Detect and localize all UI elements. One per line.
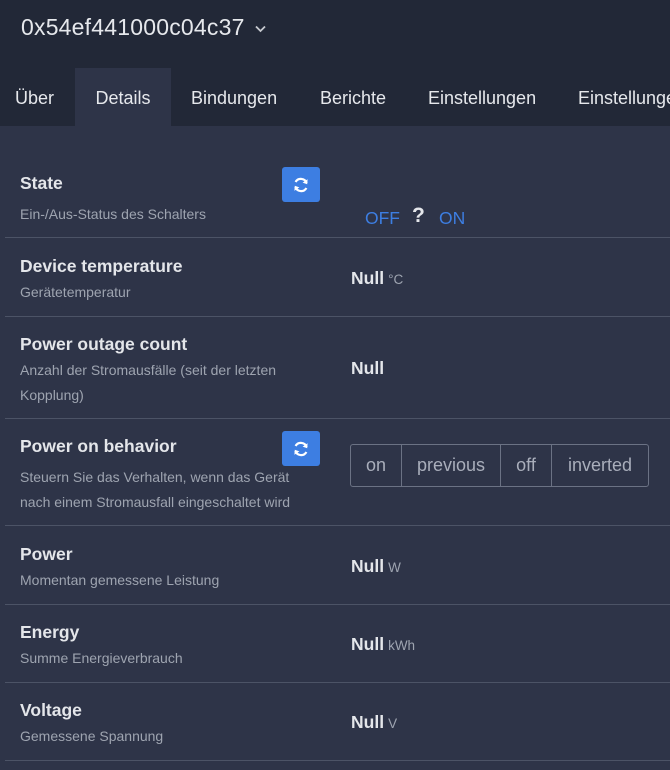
row-device-temperature: Device temperature Gerätetemperatur Null… — [5, 238, 670, 317]
row-state: State Ein-/Aus-Status des Schalters OFF … — [5, 148, 670, 238]
state-name: State — [20, 173, 63, 193]
device-temperature-value-text: Null — [351, 268, 385, 288]
energy-value-text: Null — [351, 634, 385, 654]
energy-description: Summe Energieverbrauch — [20, 650, 183, 666]
tab-bar: Über Details Bindungen Berichte Einstell… — [0, 68, 670, 126]
tab-einstellungen[interactable]: Einstellungen — [428, 68, 536, 126]
power-on-behavior-description-1: Steuern Sie das Verhalten, wenn das Gerä… — [20, 469, 290, 485]
row-power: Power Momentan gemessene Leistung Null W — [5, 526, 670, 605]
device-header: 0x54ef441000c04c37 Über Details Bindunge… — [0, 0, 670, 126]
power-outage-count-name: Power outage count — [20, 334, 188, 354]
state-unknown-indicator: ? — [412, 204, 425, 227]
device-temperature-unit: °C — [388, 272, 404, 287]
state-description: Ein-/Aus-Status des Schalters — [20, 206, 206, 222]
tab-ueber[interactable]: Über — [15, 68, 54, 126]
row-power-on-behavior: Power on behavior Steuern Sie das Verhal… — [5, 419, 670, 526]
power-on-behavior-name: Power on behavior — [20, 436, 177, 456]
tab-einstellungen-2[interactable]: Einstellungen — [578, 68, 670, 126]
power-outage-count-description-2: Kopplung) — [20, 387, 84, 403]
power-outage-count-value: Null — [351, 358, 385, 378]
tab-berichte[interactable]: Berichte — [320, 68, 386, 126]
device-temperature-name: Device temperature — [20, 256, 183, 276]
state-on-button[interactable]: ON — [439, 208, 465, 229]
row-energy: Energy Summe Energieverbrauch Null kWh — [5, 605, 670, 683]
power-value-text: Null — [351, 556, 385, 576]
power-description: Momentan gemessene Leistung — [20, 572, 220, 588]
option-on[interactable]: on — [351, 445, 402, 486]
device-selector[interactable]: 0x54ef441000c04c37 — [21, 14, 266, 41]
tab-bindungen[interactable]: Bindungen — [191, 68, 277, 126]
voltage-value-text: Null — [351, 712, 385, 732]
power-unit: W — [388, 560, 401, 575]
voltage-value: Null V — [351, 712, 397, 733]
chevron-down-icon — [254, 22, 266, 36]
voltage-name: Voltage — [20, 700, 82, 720]
power-on-behavior-refresh-button[interactable] — [282, 431, 320, 466]
device-temperature-description: Gerätetemperatur — [20, 284, 131, 300]
option-inverted[interactable]: inverted — [552, 445, 648, 486]
voltage-description: Gemessene Spannung — [20, 728, 164, 744]
tab-details[interactable]: Details — [75, 68, 171, 126]
power-on-behavior-options: on previous off inverted — [350, 444, 649, 487]
state-off-button[interactable]: OFF — [365, 208, 400, 229]
option-previous[interactable]: previous — [402, 445, 501, 486]
state-refresh-button[interactable] — [282, 167, 320, 202]
power-value: Null W — [351, 556, 401, 577]
energy-name: Energy — [20, 622, 80, 642]
row-voltage: Voltage Gemessene Spannung Null V — [5, 683, 670, 761]
energy-value: Null kWh — [351, 634, 415, 655]
device-title-text: 0x54ef441000c04c37 — [21, 14, 245, 40]
option-off[interactable]: off — [501, 445, 552, 486]
voltage-unit: V — [388, 716, 398, 731]
device-temperature-value: Null °C — [351, 268, 403, 289]
power-outage-count-description-1: Anzahl der Stromausfälle (seit der letzt… — [20, 362, 277, 378]
power-on-behavior-description-2: nach einem Stromausfall eingeschaltet wi… — [20, 494, 291, 510]
refresh-icon — [294, 441, 308, 456]
power-name: Power — [20, 544, 73, 564]
refresh-icon — [294, 177, 308, 192]
row-power-outage-count: Power outage count Anzahl der Stromausfä… — [5, 317, 670, 419]
energy-unit: kWh — [388, 638, 416, 653]
